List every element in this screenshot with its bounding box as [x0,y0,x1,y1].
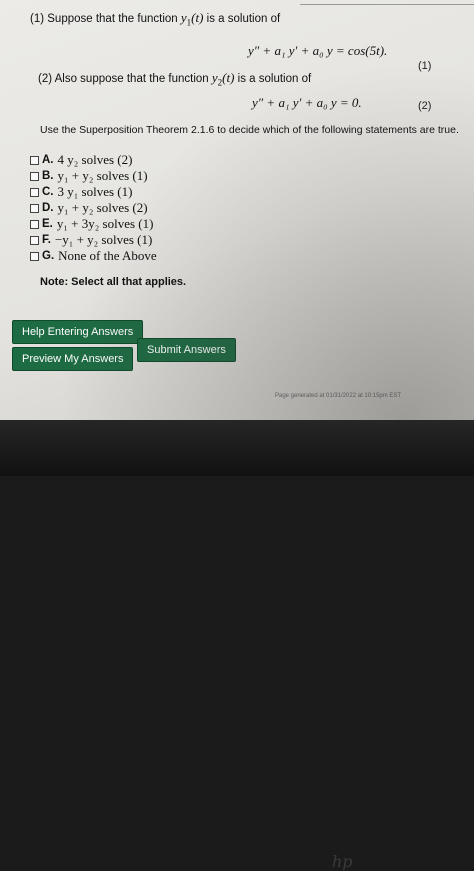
checkbox[interactable] [30,155,39,165]
note-label: Note: Select all that applies. [40,276,187,288]
checkbox[interactable] [30,219,39,229]
equation-1: y″ + a₁ y′ + a₀ y = cos(5t). [248,43,388,58]
part2-suffix: is a solution of [234,73,312,85]
option-a[interactable]: A. 4 y₂ solves (2) [30,152,132,168]
checkbox[interactable] [30,235,39,245]
browser-page: (1) Suppose that the function y1(t) is a… [0,0,474,420]
option-text: None of the Above [58,248,157,263]
option-e[interactable]: E. y₁ + 3y₂ solves (1) [30,216,153,232]
option-text: 3 y₁ solves (1) [57,184,133,199]
option-f[interactable]: F. −y₁ + y₂ solves (1) [30,232,152,248]
option-b[interactable]: B. y₁ + y₂ solves (1) [30,168,148,184]
option-letter: F. [42,234,51,246]
page-generated-timestamp: Page generated at 01/31/2022 at 10:15pm … [275,393,402,399]
note-text: Note: Select all that applies. [40,276,186,288]
part2-prefix: (2) Also suppose that the function [38,73,212,85]
checkbox[interactable] [30,187,39,197]
preview-my-answers-button[interactable]: Preview My Answers [12,347,134,371]
option-text: y₁ + 3y₂ solves (1) [56,216,154,231]
part1-prefix: (1) Suppose that the function [30,13,181,25]
part2-statement: (2) Also suppose that the function y2(t)… [38,70,311,87]
checkbox[interactable] [30,203,39,213]
part2-arg: (t) [222,70,235,85]
option-letter: E. [42,218,53,230]
equation-2-number: (2) [418,100,432,112]
part1-statement: (1) Suppose that the function y1(t) is a… [30,10,280,27]
submit-answers-button[interactable]: Submit Answers [137,338,236,362]
help-entering-answers-button[interactable]: Help Entering Answers [12,320,144,344]
option-text: y₁ + y₂ solves (2) [57,200,148,215]
hp-logo-icon: hp [332,852,353,871]
divider [300,4,474,5]
option-letter: B. [42,170,54,182]
option-letter: G. [42,250,55,262]
option-letter: D. [42,202,54,214]
option-g[interactable]: G. None of the Above [30,248,157,264]
checkbox[interactable] [30,251,39,261]
option-c[interactable]: C. 3 y₁ solves (1) [30,184,132,200]
equation-2: y″ + a₁ y′ + a₀ y = 0. [252,95,362,110]
equation-1-number: (1) [418,60,432,72]
part1-suffix: is a solution of [203,13,281,25]
part1-arg: (t) [191,10,204,25]
option-letter: C. [42,186,54,198]
option-text: y₁ + y₂ solves (1) [57,168,148,183]
monitor-bezel: hp [0,420,474,871]
option-text: −y₁ + y₂ solves (1) [54,232,153,247]
checkbox[interactable] [30,171,39,181]
option-d[interactable]: D. y₁ + y₂ solves (2) [30,200,148,216]
instruction-text: Use the Superposition Theorem 2.1.6 to d… [40,124,459,136]
option-text: 4 y₂ solves (2) [57,152,133,167]
option-letter: A. [42,154,54,166]
